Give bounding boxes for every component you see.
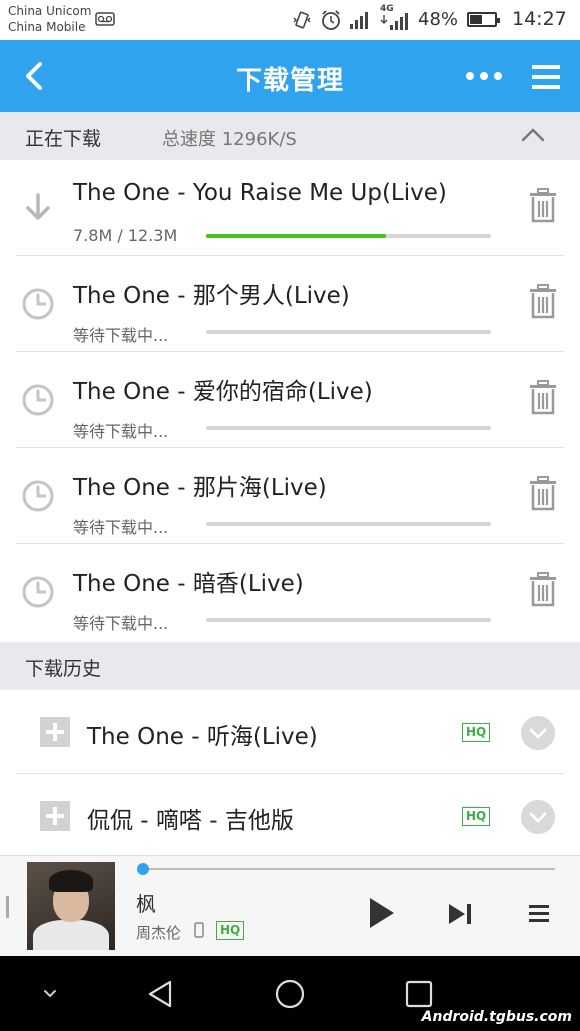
- download-title: The One - 爱你的宿命(Live): [73, 379, 373, 405]
- app-bar: 下载管理: [0, 40, 580, 112]
- history-item[interactable]: 侃侃 - 嘀嗒 - 吉他版 HQ: [0, 774, 580, 858]
- skip-next-icon[interactable]: [447, 902, 473, 926]
- system-nav-bar: Android.tgbus.com: [0, 956, 580, 1031]
- trash-icon[interactable]: [527, 380, 559, 416]
- download-title: The One - You Raise Me Up(Live): [73, 180, 447, 206]
- chevron-up-icon[interactable]: [520, 124, 546, 146]
- play-icon[interactable]: [368, 896, 396, 930]
- back-triangle-icon[interactable]: [144, 978, 176, 1010]
- history-item[interactable]: The One - 听海(Live) HQ: [0, 690, 580, 774]
- status-bar: China Unicom China Mobile 4G 48% 14:27: [0, 0, 580, 40]
- download-status: 等待下载中...: [73, 518, 169, 537]
- clock-icon: [22, 384, 54, 416]
- playlist-icon[interactable]: [527, 902, 551, 926]
- downloading-section-header[interactable]: 正在下载 总速度 1296K/S: [0, 112, 580, 160]
- history-section-header: 下载历史: [0, 642, 580, 690]
- watermark: Android.tgbus.com: [421, 1009, 572, 1025]
- home-circle-icon[interactable]: [274, 978, 306, 1010]
- clock: 14:27: [512, 8, 567, 30]
- add-icon[interactable]: [40, 717, 70, 747]
- hamburger-menu-icon[interactable]: [530, 62, 562, 92]
- download-item[interactable]: The One - 暗香(Live) 等待下载中...: [0, 544, 580, 640]
- now-playing-artist: 周杰伦: [136, 924, 182, 942]
- downloading-header-title: 正在下载: [25, 128, 102, 150]
- now-playing-song: 枫: [136, 892, 156, 916]
- carrier-info: China Unicom China Mobile: [8, 3, 91, 35]
- trash-icon[interactable]: [527, 476, 559, 512]
- chevron-down-icon[interactable]: [521, 716, 555, 750]
- signal-icon-sim1: [350, 12, 368, 29]
- history-title: The One - 听海(Live): [87, 724, 318, 750]
- album-cover[interactable]: [27, 862, 115, 950]
- download-status: 等待下载中...: [73, 326, 169, 345]
- hq-badge: HQ: [462, 807, 491, 826]
- download-progress-bar: [206, 330, 491, 334]
- battery-icon: [467, 12, 500, 27]
- download-title: The One - 暗香(Live): [73, 571, 304, 597]
- carrier-2: China Mobile: [8, 20, 86, 34]
- download-item[interactable]: The One - 那片海(Live) 等待下载中...: [0, 448, 580, 544]
- signal-icon-sim2: [380, 13, 408, 30]
- vibrate-icon: [293, 11, 311, 29]
- clock-icon: [22, 576, 54, 608]
- download-status: 等待下载中...: [73, 422, 169, 441]
- chevron-down-icon[interactable]: [521, 800, 555, 834]
- recents-square-icon[interactable]: [403, 978, 435, 1010]
- alarm-icon: [322, 10, 340, 30]
- phone-icon: [194, 922, 204, 938]
- download-status: 等待下载中...: [73, 614, 169, 633]
- download-item[interactable]: The One - 那个男人(Live) 等待下载中...: [0, 256, 580, 352]
- download-size: 7.8M / 12.3M: [73, 226, 178, 245]
- carrier-1: China Unicom: [8, 4, 92, 18]
- history-header-title: 下载历史: [25, 658, 102, 680]
- download-title: The One - 那片海(Live): [73, 475, 327, 501]
- history-title: 侃侃 - 嘀嗒 - 吉他版: [87, 808, 294, 834]
- trash-icon[interactable]: [527, 188, 559, 224]
- battery-percent: 48%: [418, 9, 459, 30]
- playback-progress-thumb[interactable]: [137, 863, 149, 875]
- chevron-down-icon[interactable]: [34, 978, 66, 1010]
- download-progress-bar: [206, 522, 491, 526]
- mini-player[interactable]: 枫 周杰伦 HQ: [0, 855, 580, 956]
- trash-icon[interactable]: [527, 284, 559, 320]
- download-item[interactable]: The One - You Raise Me Up(Live) 7.8M / 1…: [0, 160, 580, 256]
- drag-handle[interactable]: [6, 896, 9, 918]
- hq-badge: HQ: [216, 921, 245, 940]
- download-title: The One - 那个男人(Live): [73, 283, 350, 309]
- add-icon[interactable]: [40, 801, 70, 831]
- download-progress-bar: [206, 426, 491, 430]
- clock-icon: [22, 480, 54, 512]
- download-progress-bar: [206, 618, 491, 622]
- trash-icon[interactable]: [527, 572, 559, 608]
- playback-progress-bar[interactable]: [142, 868, 555, 870]
- clock-icon: [22, 288, 54, 320]
- download-arrow-icon: [26, 193, 50, 220]
- total-speed: 总速度 1296K/S: [162, 129, 297, 150]
- download-progress-bar: [206, 234, 491, 238]
- more-horizontal-icon[interactable]: [464, 66, 504, 86]
- voicemail-icon: [95, 12, 115, 26]
- download-item[interactable]: The One - 爱你的宿命(Live) 等待下载中...: [0, 352, 580, 448]
- hq-badge: HQ: [462, 723, 491, 742]
